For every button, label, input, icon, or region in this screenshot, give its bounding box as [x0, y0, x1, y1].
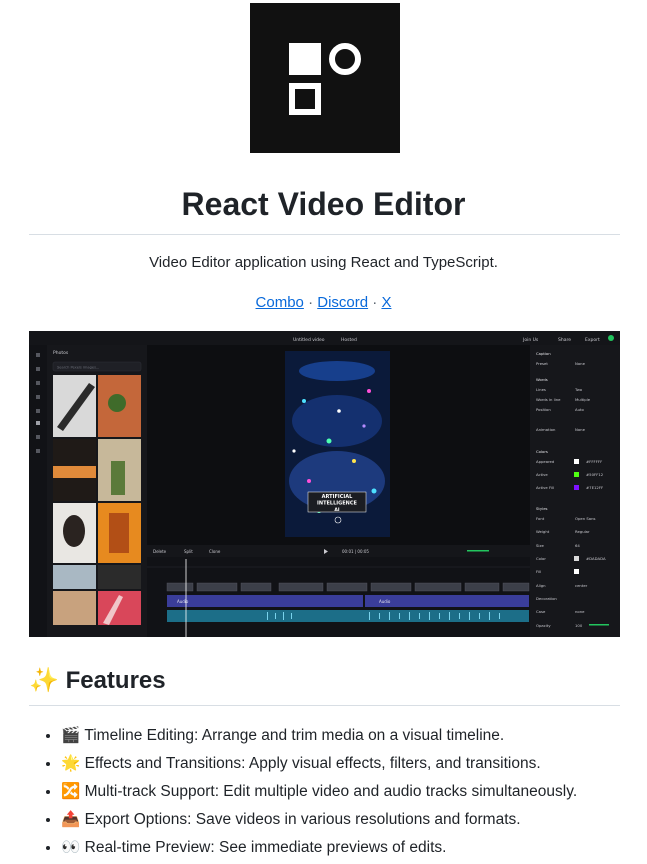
- join-us-button[interactable]: Join Us: [522, 337, 539, 343]
- logo-shapes-icon: [289, 43, 361, 115]
- photo-search-placeholder: Search Pexels images...: [57, 366, 99, 370]
- align-select[interactable]: center: [575, 583, 588, 588]
- link-separator: ·: [372, 294, 378, 311]
- feature-text: Export Options: Save videos in various r…: [84, 811, 521, 828]
- case-select[interactable]: none: [575, 609, 585, 614]
- list-item: 🌟 Effects and Transitions: Apply visual …: [61, 750, 641, 778]
- outbox-tray-icon: 📤: [61, 811, 81, 828]
- appeared-swatch[interactable]: [574, 459, 579, 464]
- title-divider: [29, 234, 620, 235]
- weight-label: Weight: [536, 529, 550, 534]
- appeared-value[interactable]: #FFFFFF: [586, 459, 602, 464]
- list-item: 🎬 Timeline Editing: Arrange and trim med…: [61, 722, 641, 750]
- font-label: Font: [536, 516, 545, 521]
- link-row: Combo · Discord · X: [0, 294, 647, 312]
- discord-link[interactable]: Discord: [317, 294, 368, 311]
- waveform-track[interactable]: [167, 610, 529, 622]
- size-input[interactable]: 64: [575, 543, 580, 548]
- x-link[interactable]: X: [381, 294, 391, 311]
- weight-select[interactable]: Regular: [575, 529, 590, 534]
- delete-button[interactable]: Delete: [153, 549, 167, 554]
- link-separator: ·: [308, 294, 314, 311]
- position-label: Position: [536, 407, 551, 412]
- words-header: Words: [536, 377, 548, 382]
- features-divider: [29, 705, 620, 706]
- shuffle-icon: 🔀: [61, 783, 81, 800]
- sparkles-icon: ✨: [29, 667, 59, 694]
- fill-label: Fill: [536, 569, 541, 574]
- app-logo: [250, 3, 400, 153]
- opacity-value[interactable]: 100: [575, 623, 583, 628]
- audio-track-label-1: Audio: [177, 599, 189, 604]
- decoration-label: Decoration: [536, 596, 557, 601]
- lines-select[interactable]: Two: [574, 387, 583, 392]
- color-swatch[interactable]: [574, 556, 579, 561]
- zoom-slider[interactable]: [467, 550, 489, 552]
- appeared-label: Appeared: [536, 459, 555, 464]
- list-item: 👀 Real-time Preview: See immediate previ…: [61, 834, 641, 862]
- features-heading: ✨ Features: [29, 665, 166, 697]
- words-in-line-label: Words in line: [536, 397, 561, 402]
- text-track[interactable]: [166, 582, 530, 592]
- opacity-label: Opacity: [536, 623, 551, 628]
- timecode: 00:01 | 00:05: [342, 549, 369, 554]
- clapper-board-icon: 🎬: [61, 727, 81, 744]
- caption-line-1: ARTIFICIAL: [322, 494, 353, 500]
- editor-screenshot-image: Untitled video Hosted Join Us Share Expo…: [29, 331, 620, 637]
- active-label: Active: [536, 472, 548, 477]
- export-button[interactable]: Export: [585, 337, 600, 343]
- active-fill-label: Active Fill: [536, 485, 554, 490]
- features-list: 🎬 Timeline Editing: Arrange and trim med…: [29, 722, 641, 862]
- hosted-badge: Hosted: [341, 337, 357, 343]
- case-label: Case: [536, 609, 546, 614]
- animation-select[interactable]: None: [575, 427, 586, 432]
- glowing-star-icon: 🌟: [61, 755, 81, 772]
- combo-link[interactable]: Combo: [256, 294, 304, 311]
- page-title: React Video Editor: [181, 186, 466, 222]
- active-swatch[interactable]: [574, 472, 579, 477]
- audio-track-1[interactable]: [167, 595, 363, 607]
- feature-text: Real-time Preview: See immediate preview…: [84, 839, 447, 856]
- share-button[interactable]: Share: [558, 337, 571, 343]
- editor-screenshot: Untitled video Hosted Join Us Share Expo…: [29, 331, 620, 637]
- color-label: Color: [536, 556, 546, 561]
- position-select[interactable]: Auto: [575, 407, 584, 412]
- photos-panel-title: Photos: [53, 350, 69, 356]
- opacity-slider[interactable]: [589, 624, 609, 626]
- features-heading-text: Features: [65, 667, 166, 694]
- page-subtitle: Video Editor application using React and…: [149, 254, 498, 271]
- font-select[interactable]: Open Sans: [575, 516, 595, 521]
- colors-header: Colors: [536, 449, 548, 454]
- active-value[interactable]: #50FF12: [586, 472, 604, 477]
- words-in-line-select[interactable]: Multiple: [575, 397, 591, 402]
- preset-label: Preset: [536, 361, 548, 366]
- align-label: Align: [536, 583, 546, 588]
- feature-text: Timeline Editing: Arrange and trim media…: [84, 727, 505, 744]
- fill-swatch[interactable]: [574, 569, 579, 574]
- split-button[interactable]: Split: [184, 549, 193, 554]
- caption-line-3: AI: [334, 507, 339, 513]
- caption-line-2: INTELLIGENCE: [317, 501, 357, 507]
- caption-header: Caption: [536, 351, 551, 356]
- project-name: Untitled video: [293, 337, 325, 343]
- active-fill-swatch[interactable]: [574, 485, 579, 490]
- feature-text: Effects and Transitions: Apply visual ef…: [84, 755, 541, 772]
- styles-header: Styles: [536, 506, 548, 511]
- feature-text: Multi-track Support: Edit multiple video…: [84, 783, 578, 800]
- size-label: Size: [536, 543, 544, 548]
- user-avatar[interactable]: [608, 335, 614, 341]
- list-item: 🔀 Multi-track Support: Edit multiple vid…: [61, 778, 641, 806]
- lines-label: Lines: [536, 387, 546, 392]
- eyes-icon: 👀: [61, 839, 81, 856]
- audio-track-label-2: Audio: [379, 599, 391, 604]
- clone-button[interactable]: Clone: [209, 549, 221, 554]
- list-item: 📤 Export Options: Save videos in various…: [61, 806, 641, 834]
- color-value[interactable]: #DADADA: [586, 556, 606, 561]
- active-fill-value[interactable]: #7E12FF: [586, 485, 603, 490]
- animation-label: Animation: [536, 427, 556, 432]
- preset-select[interactable]: None: [575, 361, 586, 366]
